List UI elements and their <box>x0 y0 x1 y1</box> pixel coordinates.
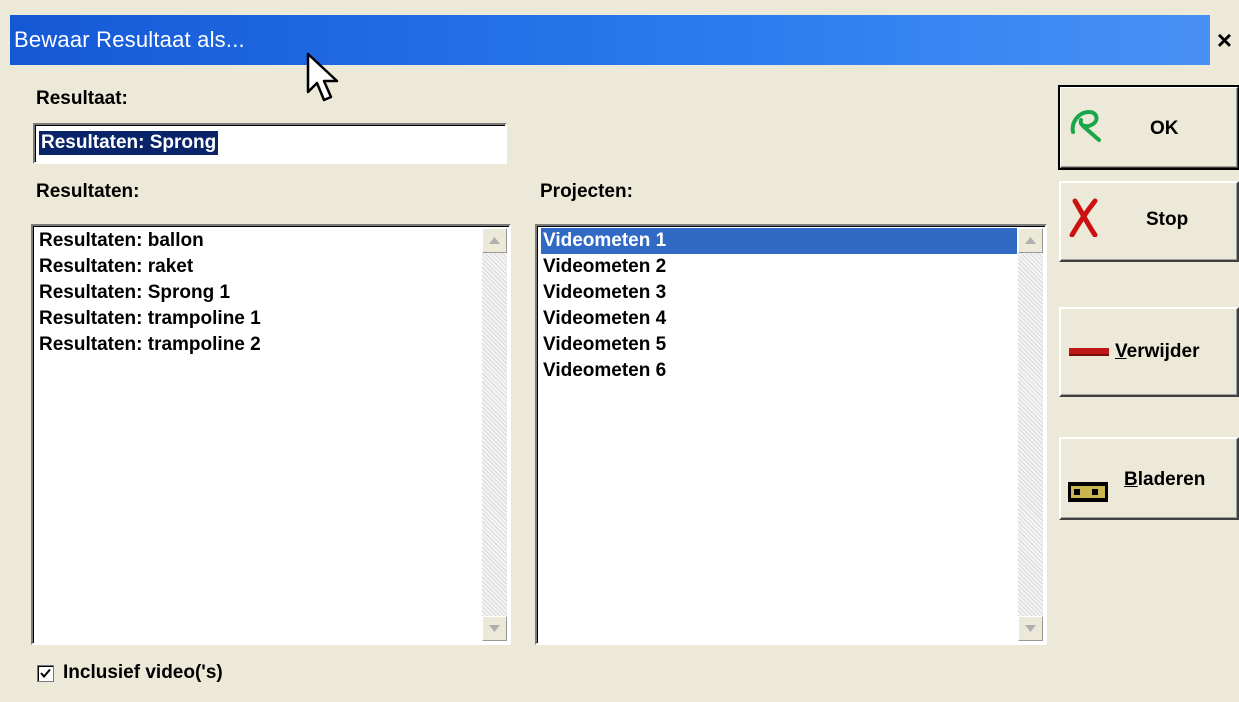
projects-scrollbar[interactable] <box>1018 228 1043 641</box>
projects-label: Projecten: <box>540 181 633 202</box>
projects-listbox[interactable]: Videometen 1 Videometen 2 Videometen 3 Vide… <box>535 224 1047 645</box>
list-item[interactable]: Resultaten: raket <box>37 254 481 280</box>
browse-label-rest: laderen <box>1137 469 1206 490</box>
results-label: Resultaten: <box>36 181 140 202</box>
mouse-cursor-icon <box>306 52 339 102</box>
result-name-input[interactable]: Resultaten: Sprong <box>33 123 507 164</box>
list-item[interactable]: Videometen 2 <box>541 254 1017 280</box>
results-scrollbar[interactable] <box>482 228 507 641</box>
scroll-up-button[interactable] <box>1018 228 1043 253</box>
stop-label: Stop <box>1146 209 1189 230</box>
result-label: Resultaat: <box>36 88 128 109</box>
list-item[interactable]: Resultaten: trampoline 2 <box>37 332 481 358</box>
title-bar[interactable]: Bewaar Resultaat als... × <box>10 15 1239 65</box>
delete-label-mnemonic: V <box>1115 341 1127 362</box>
include-video-checkbox[interactable] <box>37 665 54 682</box>
result-name-value: Resultaten: Sprong <box>39 131 219 155</box>
delete-button[interactable]: Verwijder <box>1059 307 1239 397</box>
list-item[interactable]: Videometen 4 <box>541 306 1017 332</box>
red-bar-icon <box>1069 348 1109 356</box>
list-item[interactable]: Resultaten: ballon <box>37 228 481 254</box>
list-item[interactable]: Videometen 5 <box>541 332 1017 358</box>
delete-label: Verwijder <box>1115 341 1200 363</box>
list-item[interactable]: Resultaten: trampoline 1 <box>37 306 481 332</box>
delete-label-rest: erwijder <box>1126 341 1200 362</box>
window-title: Bewaar Resultaat als... <box>14 27 245 52</box>
list-item[interactable]: Videometen 3 <box>541 280 1017 306</box>
results-listbox[interactable]: Resultaten: ballon Resultaten: raket Resul… <box>31 224 511 645</box>
arrow-up-icon <box>489 237 500 244</box>
folder-icon <box>1068 482 1108 502</box>
include-video-label[interactable]: Inclusief video('s) <box>63 662 223 684</box>
checkmark-icon <box>40 668 51 679</box>
scroll-down-button[interactable] <box>482 616 507 641</box>
arrow-down-icon <box>489 625 500 632</box>
list-item[interactable]: Videometen 6 <box>541 358 1017 384</box>
browse-label: Bladeren <box>1124 469 1205 491</box>
close-icon: × <box>1216 25 1233 55</box>
ok-label: OK <box>1150 118 1179 139</box>
arrow-down-icon <box>1025 625 1036 632</box>
browse-button[interactable]: Bladeren <box>1059 437 1239 520</box>
browse-label-mnemonic: B <box>1124 469 1138 490</box>
close-button[interactable]: × <box>1210 15 1239 65</box>
list-item[interactable]: Videometen 1 <box>541 228 1017 254</box>
green-check-icon <box>1070 109 1101 142</box>
scroll-up-button[interactable] <box>482 228 507 253</box>
scroll-down-button[interactable] <box>1018 616 1043 641</box>
list-item[interactable]: Resultaten: Sprong 1 <box>37 280 481 306</box>
arrow-up-icon <box>1025 237 1036 244</box>
ok-button[interactable]: OK <box>1058 85 1239 170</box>
red-x-icon <box>1069 198 1098 237</box>
projects-items: Videometen 1 Videometen 2 Videometen 3 Vide… <box>541 228 1017 384</box>
stop-button[interactable]: Stop <box>1059 181 1239 262</box>
results-items: Resultaten: ballon Resultaten: raket Resul… <box>37 228 481 358</box>
